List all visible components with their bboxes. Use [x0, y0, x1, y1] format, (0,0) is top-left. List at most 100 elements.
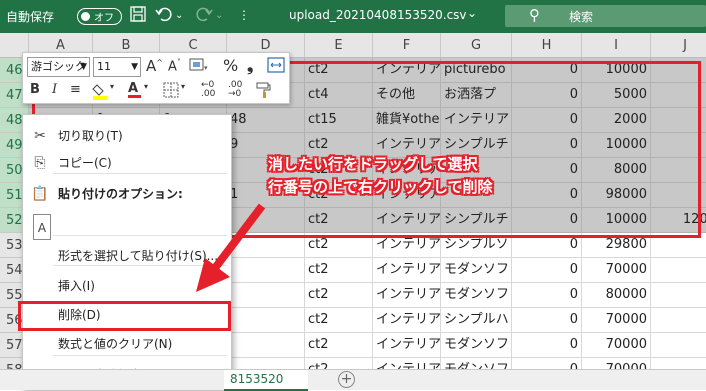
title-bar: 自動保存 オフ ⌄ ⌄ ⋮ upload_20210408153520.csv …: [0, 0, 706, 33]
context-menu-item[interactable]: 挿入(I): [23, 273, 231, 300]
undo-icon[interactable]: [155, 5, 173, 27]
file-title-chevron-icon[interactable]: ⌄: [467, 6, 477, 20]
cell-f58[interactable]: インテリア: [373, 358, 441, 369]
column-header-j[interactable]: J: [651, 33, 706, 58]
grow-font-icon[interactable]: A^: [146, 57, 163, 75]
font-size-dropdown[interactable]: 11 ▼: [93, 57, 141, 77]
menu-separator: [53, 235, 227, 236]
cell-e55[interactable]: ct2: [305, 283, 373, 308]
font-color-icon[interactable]: A: [128, 81, 141, 98]
cell-f57[interactable]: インテリア: [373, 333, 441, 358]
cell-h58[interactable]: 0: [512, 358, 582, 369]
format-painter-icon[interactable]: [255, 81, 273, 103]
cell-j54[interactable]: [651, 258, 706, 283]
cell-g55[interactable]: モダンソフ: [441, 283, 512, 308]
column-header-h[interactable]: H: [512, 33, 582, 58]
cell-i56[interactable]: 70000: [582, 308, 651, 333]
cell-d58[interactable]: [227, 358, 305, 369]
bold-button[interactable]: B: [30, 82, 40, 97]
font-color-dropdown-icon[interactable]: ▾: [144, 82, 148, 91]
cell-d55[interactable]: [227, 283, 305, 308]
cell-f55[interactable]: インテリア: [373, 283, 441, 308]
cell-i58[interactable]: 70000: [582, 358, 651, 369]
cell-h55[interactable]: 0: [512, 283, 582, 308]
paste-icon: 📋: [31, 186, 49, 202]
redo-dropdown-icon[interactable]: ⌄: [215, 10, 223, 21]
cell-h57[interactable]: 0: [512, 333, 582, 358]
column-header-g[interactable]: G: [441, 33, 512, 58]
cell-e58[interactable]: ct2: [305, 358, 373, 369]
cell-e56[interactable]: ct2: [305, 308, 373, 333]
context-menu-label: 切り取り(T): [58, 129, 123, 143]
cell-e54[interactable]: ct2: [305, 258, 373, 283]
save-icon[interactable]: [129, 5, 147, 27]
cell-d54[interactable]: [227, 258, 305, 283]
cell-g58[interactable]: モダンソフ: [441, 358, 512, 369]
borders-dropdown-icon[interactable]: ▾: [181, 82, 185, 91]
cell-h56[interactable]: 0: [512, 308, 582, 333]
chevron-down-icon: ▼: [131, 62, 138, 72]
toggle-knob: [81, 11, 90, 21]
cell-j57[interactable]: [651, 333, 706, 358]
cell-g54[interactable]: モダンソフ: [441, 258, 512, 283]
cell-i54[interactable]: 70000: [582, 258, 651, 283]
fill-color-dropdown-icon[interactable]: ▾: [110, 82, 114, 91]
sheet-tab-label: 8153520: [230, 372, 284, 386]
context-menu-item[interactable]: 数式と値のクリア(N): [23, 331, 231, 358]
autosave-label: 自動保存: [6, 10, 55, 24]
copy-icon: ⎘: [34, 155, 46, 171]
cell-g56[interactable]: シンプルハ: [441, 308, 512, 333]
search-placeholder: 検索: [569, 10, 594, 24]
cell-i55[interactable]: 80000: [582, 283, 651, 308]
add-sheet-button[interactable]: +: [338, 371, 355, 388]
wrap-merge-icon[interactable]: [267, 56, 285, 78]
cell-g57[interactable]: モダンソフ: [441, 333, 512, 358]
sheet-tab[interactable]: 8153520: [224, 370, 308, 391]
font-color-letter: A: [128, 81, 139, 96]
percent-icon[interactable]: %: [223, 56, 238, 75]
menu-separator: [53, 173, 227, 174]
chevron-down-icon: ▼: [80, 62, 87, 72]
delete-highlight-box: [18, 301, 231, 331]
file-title: upload_20210408153520.csv: [289, 8, 467, 22]
fill-color-icon[interactable]: [92, 81, 112, 105]
context-menu-item: 📋 貼り付けのオプション:: [23, 181, 231, 208]
context-menu-label: 数式と値のクリア(N): [58, 337, 173, 351]
italic-button[interactable]: I: [52, 82, 57, 97]
menu-separator: [53, 355, 227, 356]
undo-dropdown-icon[interactable]: ⌄: [175, 10, 183, 21]
context-menu-label: 貼り付けのオプション:: [58, 187, 183, 201]
context-menu-item[interactable]: A: [23, 211, 231, 245]
svg-text:▾: ▾: [204, 64, 208, 72]
cell-f54[interactable]: インテリア: [373, 258, 441, 283]
context-menu-item[interactable]: ✂ 切り取り(T): [23, 123, 231, 150]
cell-d57[interactable]: [227, 333, 305, 358]
cell-j58[interactable]: [651, 358, 706, 369]
shrink-font-icon[interactable]: A˅: [168, 58, 181, 74]
customize-toolbar-icon[interactable]: ⋮: [238, 8, 250, 22]
borders-icon[interactable]: [163, 82, 181, 102]
cell-h54[interactable]: 0: [512, 258, 582, 283]
cell-i57[interactable]: 70000: [582, 333, 651, 358]
cell-j56[interactable]: [651, 308, 706, 333]
redo-icon[interactable]: [195, 5, 213, 27]
cell-j55[interactable]: [651, 283, 706, 308]
cell-f56[interactable]: インテリア: [373, 308, 441, 333]
column-header-f[interactable]: F: [373, 33, 441, 58]
autosave-toggle[interactable]: オフ: [77, 8, 122, 25]
cell-e57[interactable]: ct2: [305, 333, 373, 358]
accounting-format-icon[interactable]: ▾: [189, 57, 209, 77]
cell-d56[interactable]: [227, 308, 305, 333]
context-menu: ✂ 切り取り(T) ⎘ コピー(C) 📋 貼り付けのオプション: A 形式を選択して貼り付け(…: [22, 114, 232, 390]
align-center-button[interactable]: ≡: [70, 82, 81, 97]
comma-style-icon[interactable]: ❟: [247, 56, 253, 76]
autosave-state: オフ: [94, 13, 114, 24]
mini-toolbar: 游ゴシック ▼ 11 ▼ A^ A˅ ▾ % ❟ B I ≡ ▾ A ▾ ▾ ←0.…: [22, 52, 290, 104]
search-icon: ⚲: [529, 6, 540, 24]
decrease-decimal-icon[interactable]: ←0.00: [201, 81, 215, 99]
font-name-dropdown[interactable]: 游ゴシック ▼: [27, 57, 90, 77]
column-header-i[interactable]: I: [582, 33, 651, 58]
increase-decimal-icon[interactable]: .00 →0: [228, 81, 242, 99]
column-header-e[interactable]: E: [305, 33, 373, 58]
search-box[interactable]: ⚲ 検索: [505, 5, 706, 27]
